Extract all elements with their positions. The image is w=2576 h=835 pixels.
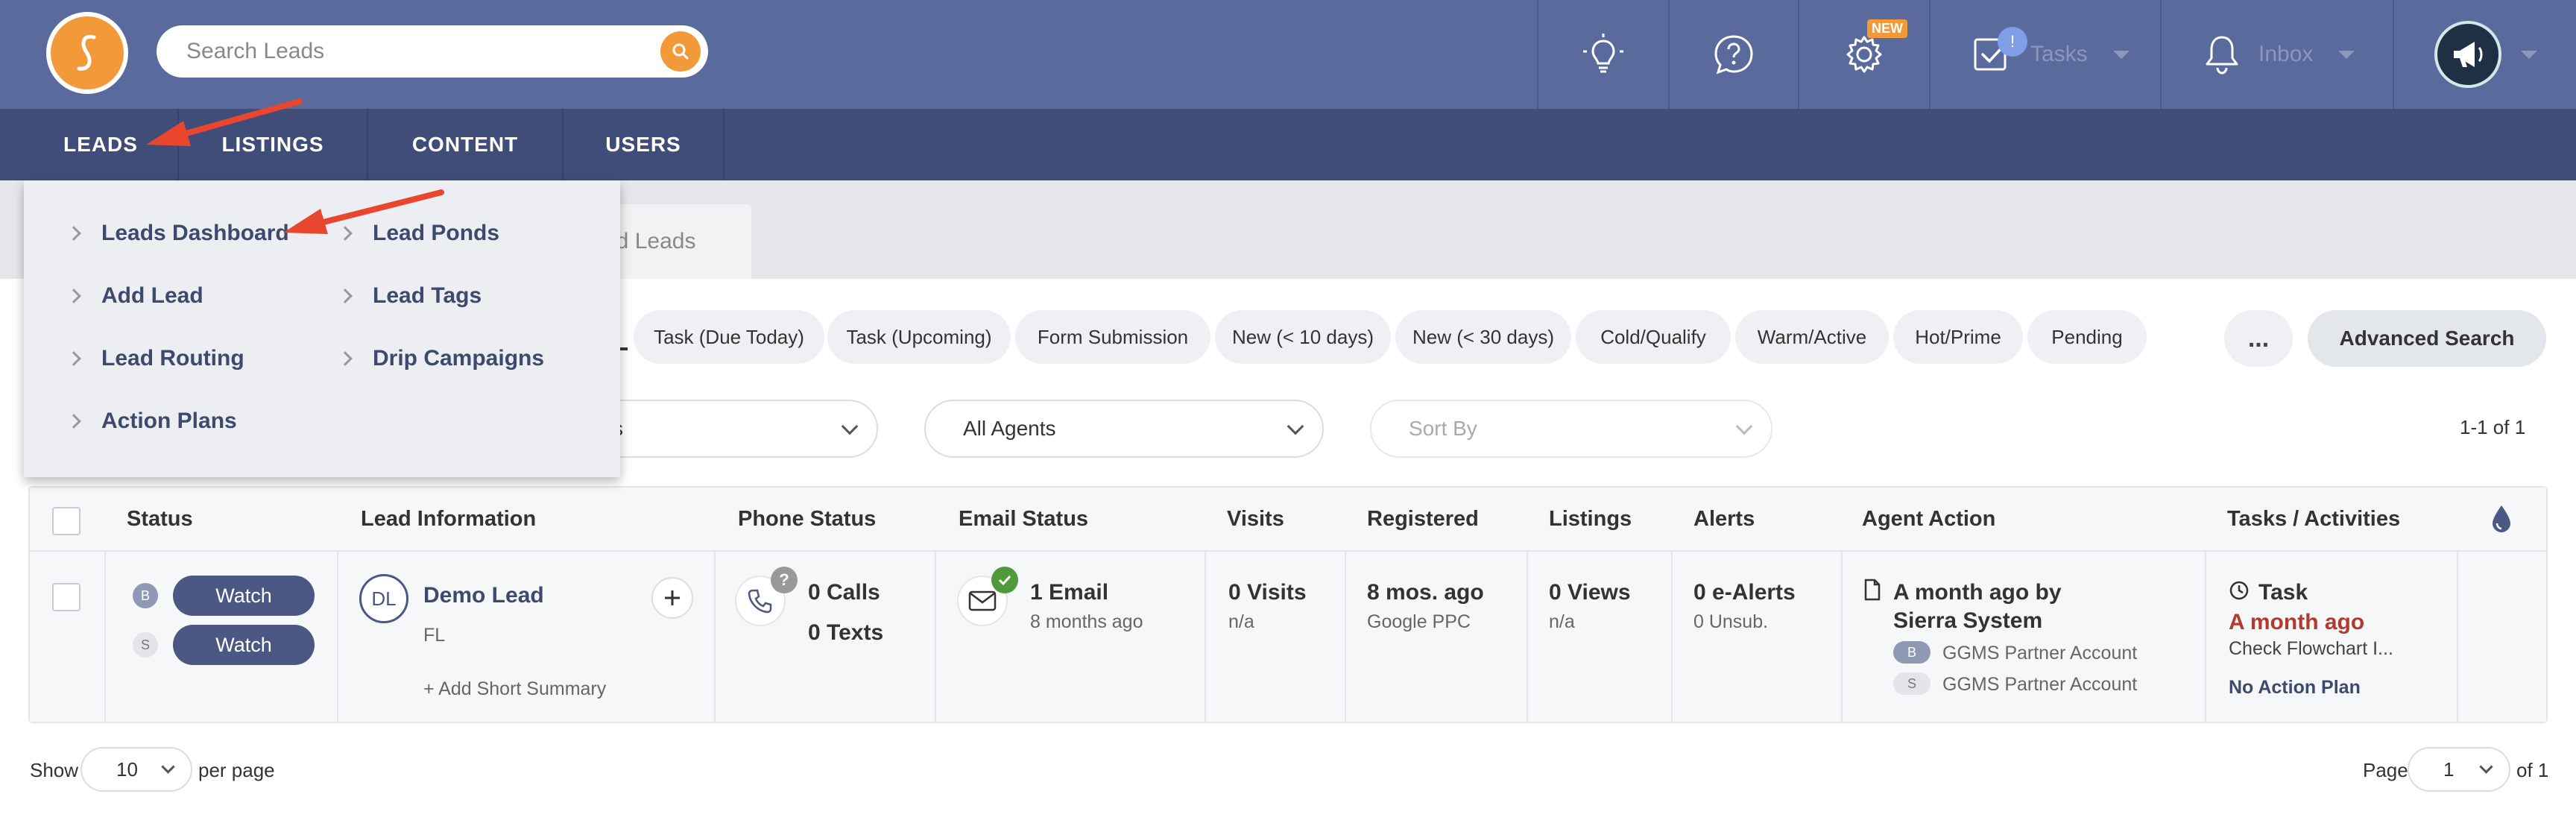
arrow-to-leads-dashboard: [283, 189, 444, 234]
annotation-arrows: [146, 98, 444, 234]
arrow-to-leads-nav: [146, 98, 303, 146]
